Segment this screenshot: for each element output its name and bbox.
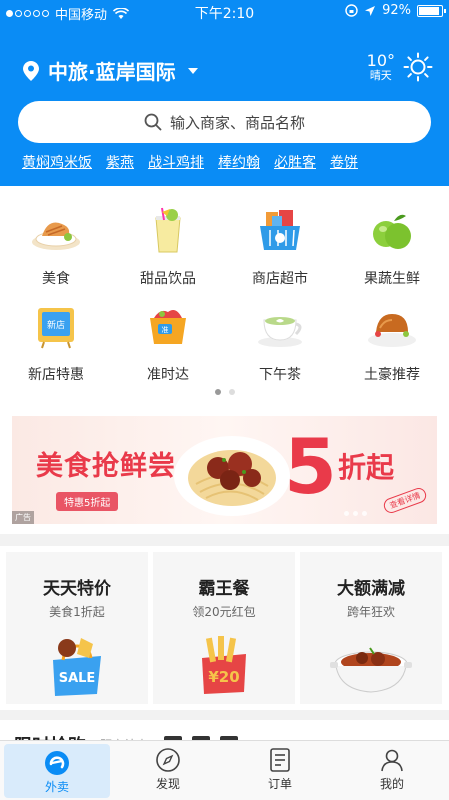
weather-widget[interactable]: 10° 晴天 xyxy=(367,52,433,82)
location-selector[interactable]: 中旅·蓝岸国际 xyxy=(22,56,198,85)
pasta-plate-icon xyxy=(174,436,290,516)
takeout-icon xyxy=(45,751,69,775)
hot-word[interactable]: 黄焖鸡米饭 xyxy=(22,152,92,172)
tab-label: 订单 xyxy=(267,777,292,791)
search-bar[interactable]: 输入商家、商品名称 xyxy=(18,101,431,143)
tab-bar: 外卖 发现 订单 我的 xyxy=(0,740,449,800)
category-label: 下午茶 xyxy=(259,367,301,383)
category-food[interactable]: 美食 xyxy=(0,206,112,288)
category-supermarket[interactable]: 商店超市 xyxy=(224,206,336,288)
ad-label: 广告 xyxy=(12,511,34,524)
location-pin-icon xyxy=(23,60,39,81)
promo-daily-deals[interactable]: 天天特价 美食1折起 SALE xyxy=(6,552,148,704)
tab-takeout[interactable]: 外卖 xyxy=(4,744,110,798)
sun-icon xyxy=(403,52,433,82)
hot-word[interactable]: 卷饼 xyxy=(330,152,358,172)
hot-word[interactable]: 战斗鸡排 xyxy=(148,152,204,172)
tab-label: 外卖 xyxy=(44,780,69,794)
on-time-icon: 准 xyxy=(150,310,186,344)
drink-icon xyxy=(155,207,181,253)
category-new-store[interactable]: 新店 新店特惠 xyxy=(0,302,112,384)
hot-word[interactable]: 棒约翰 xyxy=(218,152,260,172)
category-label: 甜品饮品 xyxy=(140,271,196,287)
category-label: 新店特惠 xyxy=(28,367,84,383)
tab-label: 我的 xyxy=(379,777,404,791)
category-on-time[interactable]: 准 准时达 xyxy=(112,302,224,384)
red-packet-icon: ¥20 xyxy=(202,636,246,694)
compass-icon xyxy=(156,748,180,772)
category-label: 美食 xyxy=(42,271,70,287)
hot-words: 黄焖鸡米饭 紫燕 战斗鸡排 棒约翰 必胜客 卷饼 xyxy=(22,152,358,172)
promo-title: 大额满减 xyxy=(337,579,405,599)
banner-section: 美食抢鲜尝 特惠5折起 5 折起 查看详情 广告 xyxy=(0,406,449,534)
promo-subtitle: 美食1折起 xyxy=(49,605,105,619)
afternoon-tea-icon xyxy=(258,317,302,347)
fruit-icon xyxy=(373,214,411,249)
sale-bag-icon: SALE xyxy=(53,638,101,696)
promo-title: 天天特价 xyxy=(43,579,111,599)
category-label: 商店超市 xyxy=(252,271,308,287)
battery-icon xyxy=(417,4,446,17)
supermarket-icon xyxy=(260,210,300,250)
banner-suffix: 折起 xyxy=(338,451,395,484)
sale-badge: SALE xyxy=(59,671,96,686)
promo-title: 霸王餐 xyxy=(198,579,250,599)
category-grid: 美食 甜品饮品 商店超市 果蔬生鲜 新店 新店特惠 准 准时达 下午茶 土豪推荐 xyxy=(0,186,449,406)
promo-subtitle: 跨年狂欢 xyxy=(346,605,395,619)
premium-icon xyxy=(368,314,416,347)
location-label: 中旅·蓝岸国际 xyxy=(48,60,176,84)
category-label: 准时达 xyxy=(147,367,189,383)
promo-banner[interactable]: 美食抢鲜尝 特惠5折起 5 折起 查看详情 广告 xyxy=(12,416,437,524)
promo-section: 天天特价 美食1折起 SALE 霸王餐 领20元红包 ¥20 大额满减 跨年狂欢 xyxy=(0,546,449,710)
hotpot-icon xyxy=(330,647,412,693)
hot-word[interactable]: 紫燕 xyxy=(106,152,134,172)
svg-text:准: 准 xyxy=(162,325,169,334)
rotation-lock-icon xyxy=(345,4,358,17)
tab-orders[interactable]: 订单 xyxy=(224,741,336,800)
food-icon xyxy=(32,222,80,250)
weather-desc: 晴天 xyxy=(369,68,392,82)
search-icon xyxy=(144,113,162,131)
order-icon xyxy=(270,748,290,772)
banner-pager xyxy=(344,511,367,516)
weather-temp: 10° xyxy=(366,51,395,71)
category-afternoon-tea[interactable]: 下午茶 xyxy=(224,302,336,384)
chevron-down-icon xyxy=(187,67,198,74)
location-arrow-icon xyxy=(365,5,376,16)
status-bar: 中国移动 下午2:10 92% xyxy=(0,0,449,24)
category-fruit[interactable]: 果蔬生鲜 xyxy=(336,206,448,288)
category-drinks[interactable]: 甜品饮品 xyxy=(112,206,224,288)
profile-icon xyxy=(381,749,403,772)
search-placeholder: 输入商家、商品名称 xyxy=(169,113,305,132)
hot-word[interactable]: 必胜客 xyxy=(274,152,316,172)
promo-big-discount[interactable]: 大额满减 跨年狂欢 xyxy=(300,552,442,704)
promo-free-meal[interactable]: 霸王餐 领20元红包 ¥20 xyxy=(153,552,295,704)
banner-detail[interactable]: 查看详情 xyxy=(381,485,429,516)
header: 中国移动 下午2:10 92% 中旅·蓝岸国际 10° 晴天 输入商家、商品名称… xyxy=(0,0,449,186)
banner-number: 5 xyxy=(284,422,337,511)
svg-text:新店: 新店 xyxy=(47,319,65,331)
category-pager xyxy=(0,389,449,395)
tab-label: 发现 xyxy=(155,777,180,791)
banner-subtitle: 特惠5折起 xyxy=(56,492,119,511)
banner-title: 美食抢鲜尝 xyxy=(36,451,176,482)
category-label: 果蔬生鲜 xyxy=(364,271,420,287)
battery-percent: 92% xyxy=(382,3,411,18)
category-label: 土豪推荐 xyxy=(364,367,420,383)
promo-subtitle: 领20元红包 xyxy=(192,605,256,619)
red-packet-badge: ¥20 xyxy=(208,668,239,686)
tab-discover[interactable]: 发现 xyxy=(112,741,224,800)
new-store-icon: 新店 xyxy=(38,308,74,349)
tab-profile[interactable]: 我的 xyxy=(336,741,448,800)
category-premium[interactable]: 土豪推荐 xyxy=(336,302,448,384)
